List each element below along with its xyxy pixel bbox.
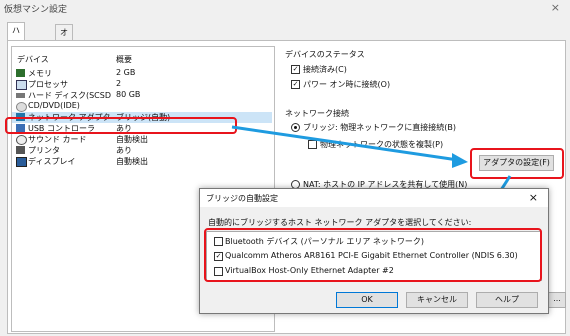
bridge-auto-dialog: ブリッジの自動設定 × 自動的にブリッジするホスト ネットワーク アダプタを選択… <box>199 188 549 314</box>
arrow-to-adapter-button <box>231 125 459 162</box>
dialog-close-icon[interactable]: × <box>529 191 538 204</box>
arrow-head-right <box>452 153 468 168</box>
dialog-title: ブリッジの自動設定 <box>206 194 278 203</box>
cancel-button[interactable]: キャンセル <box>406 292 468 308</box>
dialog-titlebar: ブリッジの自動設定 × <box>200 189 548 207</box>
highlight-adapter-list <box>204 228 542 282</box>
ok-button[interactable]: OK <box>336 292 398 308</box>
dialog-instruction: 自動的にブリッジするホスト ネットワーク アダプタを選択してください: <box>208 218 472 227</box>
help-button[interactable]: ヘルプ <box>476 292 538 308</box>
